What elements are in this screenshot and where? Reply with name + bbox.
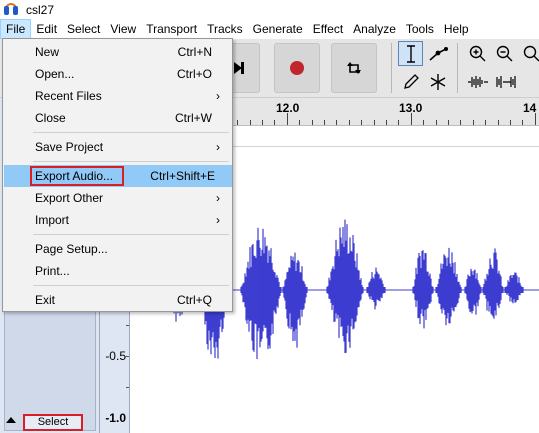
- submenu-arrow-icon: ›: [216, 140, 220, 154]
- menu-transport[interactable]: Transport: [141, 19, 202, 39]
- track-info-area: [4, 298, 96, 431]
- selection-tool-button[interactable]: [398, 41, 423, 66]
- menu-item-export-audio[interactable]: Export Audio... Ctrl+Shift+E: [4, 165, 232, 187]
- title-bar: csl27: [0, 0, 539, 19]
- menu-item-print[interactable]: Print...: [4, 260, 232, 282]
- envelope-tool-icon: [428, 46, 448, 61]
- record-icon: [290, 61, 304, 75]
- trim-icon: [467, 75, 488, 88]
- menu-item-exit[interactable]: Exit Ctrl+Q: [4, 289, 232, 311]
- menu-item-new[interactable]: New Ctrl+N: [4, 41, 232, 63]
- record-button[interactable]: [274, 43, 320, 93]
- submenu-arrow-icon: ›: [216, 89, 220, 103]
- zoom-in-icon: [469, 45, 485, 61]
- fit-selection-icon: [523, 45, 539, 61]
- silence-icon: [495, 75, 516, 88]
- menu-effect[interactable]: Effect: [308, 19, 348, 39]
- silence-button[interactable]: [494, 69, 519, 94]
- menu-generate[interactable]: Generate: [248, 19, 308, 39]
- menu-item-close[interactable]: Close Ctrl+W: [4, 107, 232, 129]
- menu-item-save-project[interactable]: Save Project ›: [4, 136, 232, 158]
- submenu-arrow-icon: ›: [216, 191, 220, 205]
- zoom-out-button[interactable]: [492, 41, 517, 66]
- submenu-arrow-icon: ›: [216, 213, 220, 227]
- multi-tool-icon: [430, 73, 445, 90]
- menu-tracks[interactable]: Tracks: [202, 19, 248, 39]
- collapse-track-icon[interactable]: [6, 417, 16, 423]
- scale-label: -0.5: [105, 349, 126, 363]
- loop-icon: [347, 62, 361, 74]
- loop-button[interactable]: [331, 43, 377, 93]
- file-menu-dropdown: New Ctrl+N Open... Ctrl+O Recent Files ›…: [2, 38, 233, 312]
- select-track-button[interactable]: Select: [23, 414, 83, 431]
- menu-analyze[interactable]: Analyze: [348, 19, 401, 39]
- menu-item-page-setup[interactable]: Page Setup...: [4, 238, 232, 260]
- envelope-tool-button[interactable]: [425, 41, 450, 66]
- draw-tool-icon: [403, 73, 419, 89]
- menu-help[interactable]: Help: [439, 19, 474, 39]
- draw-tool-button[interactable]: [398, 69, 423, 94]
- scale-label: -1.0: [105, 411, 126, 425]
- multi-tool-button[interactable]: [425, 69, 450, 94]
- menu-item-import[interactable]: Import ›: [4, 209, 232, 231]
- fit-selection-button[interactable]: [519, 41, 539, 66]
- zoom-out-icon: [496, 45, 512, 61]
- menu-bar: File Edit Select View Transport Tracks G…: [0, 19, 539, 39]
- menu-tools[interactable]: Tools: [401, 19, 439, 39]
- menu-view[interactable]: View: [105, 19, 141, 39]
- selection-tool-icon: [406, 44, 415, 63]
- trim-button[interactable]: [465, 69, 490, 94]
- menu-item-recent-files[interactable]: Recent Files ›: [4, 85, 232, 107]
- menu-item-open[interactable]: Open... Ctrl+O: [4, 63, 232, 85]
- menu-item-export-other[interactable]: Export Other ›: [4, 187, 232, 209]
- menu-select[interactable]: Select: [62, 19, 105, 39]
- window-title: csl27: [26, 2, 55, 17]
- zoom-in-button[interactable]: [465, 41, 490, 66]
- audacity-logo-icon: [3, 2, 19, 17]
- menu-file[interactable]: File: [0, 19, 32, 39]
- menu-edit[interactable]: Edit: [31, 19, 62, 39]
